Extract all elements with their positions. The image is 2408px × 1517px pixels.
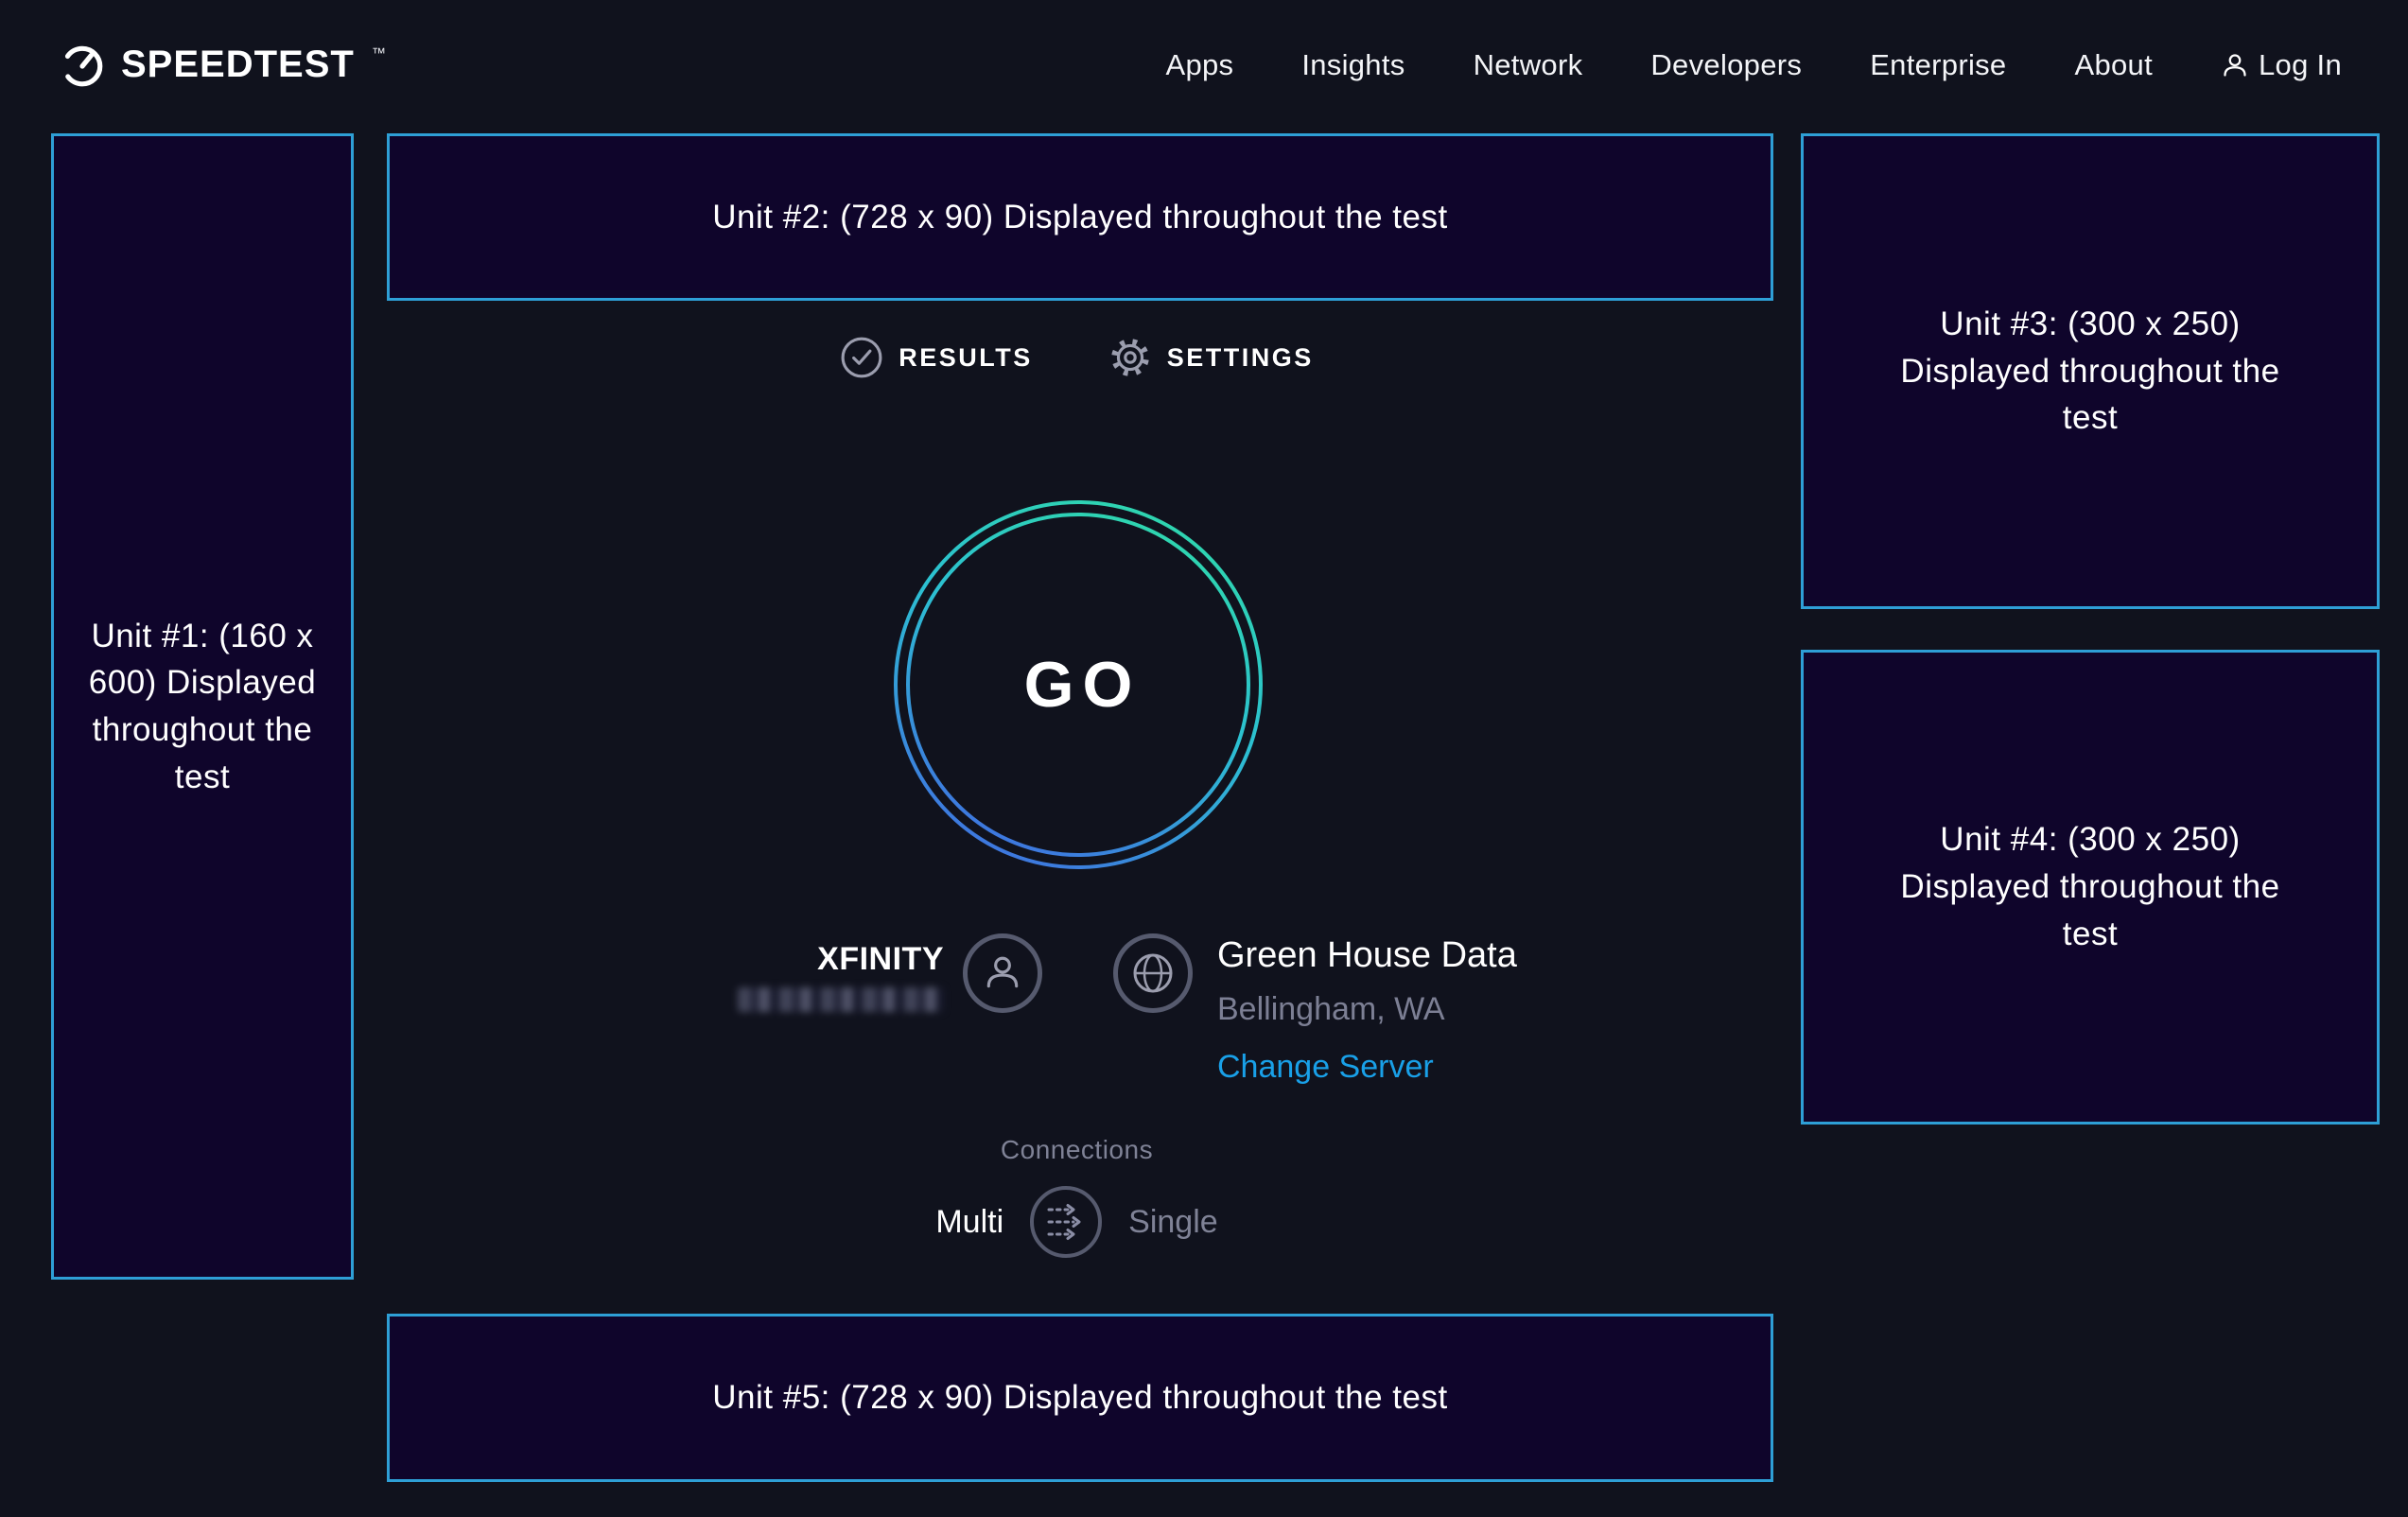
tab-settings[interactable]: SETTINGS [1108,336,1314,379]
login-label: Log In [2259,48,2342,82]
ad-unit-3-rectangle[interactable]: Unit #3: (300 x 250) Displayed throughou… [1801,133,2380,609]
server-globe-badge [1113,933,1193,1013]
ad-unit-4-rectangle[interactable]: Unit #4: (300 x 250) Displayed throughou… [1801,650,2380,1125]
ad-unit-5-leaderboard[interactable]: Unit #5: (728 x 90) Displayed throughout… [387,1314,1773,1482]
tab-results[interactable]: RESULTS [840,336,1033,379]
connection-mode-multi[interactable]: Multi [935,1204,1003,1241]
speedometer-logo-icon [59,42,106,89]
results-settings-tabs: RESULTS SETTINGS [353,336,1801,379]
check-circle-icon [840,336,883,379]
change-server-link[interactable]: Change Server [1217,1049,1517,1086]
speedtest-logo[interactable]: SPEEDTEST ™ [59,42,384,89]
go-button-label: GO [893,499,1264,870]
nav-item-enterprise[interactable]: Enterprise [1870,48,2006,82]
isp-avatar [963,933,1042,1013]
isp-name: XFINITY [738,941,944,978]
person-icon [2221,51,2249,79]
go-button[interactable]: GO [893,499,1264,870]
nav-item-developers[interactable]: Developers [1650,48,1802,82]
multi-connection-arrows-icon [1043,1199,1089,1245]
ad-unit-1-text: Unit #1: (160 x 600) Displayed throughou… [87,613,319,801]
server-info: Green House Data Bellingham, WA Change S… [1113,933,1517,1086]
connections-label: Connections [1001,1135,1153,1165]
nav-menu: Apps Insights Network Developers Enterpr… [1165,48,2342,82]
ad-unit-1-skyscraper[interactable]: Unit #1: (160 x 600) Displayed throughou… [51,133,354,1280]
nav-item-about[interactable]: About [2074,48,2153,82]
connection-mode-single[interactable]: Single [1128,1204,1218,1241]
isp-ip-redacted [738,987,944,1012]
ad-unit-3-text: Unit #3: (300 x 250) Displayed throughou… [1887,301,2294,442]
server-name: Green House Data [1217,935,1517,976]
tab-settings-label: SETTINGS [1167,343,1314,373]
brand-trademark: ™ [372,45,386,61]
person-icon [983,953,1022,993]
login-button[interactable]: Log In [2221,48,2342,82]
ad-unit-2-text: Unit #2: (728 x 90) Displayed throughout… [712,194,1447,241]
server-location: Bellingham, WA [1217,991,1517,1028]
isp-info: XFINITY [738,933,1042,1013]
nav-item-insights[interactable]: Insights [1301,48,1405,82]
brand-name: SPEEDTEST [121,44,355,86]
globe-icon [1131,951,1175,995]
gear-icon [1108,336,1152,379]
top-nav: SPEEDTEST ™ Apps Insights Network Develo… [0,0,2408,130]
ad-unit-4-text: Unit #4: (300 x 250) Displayed throughou… [1887,816,2294,957]
connection-mode-toggle[interactable] [1030,1186,1102,1258]
tab-results-label: RESULTS [899,343,1033,373]
connections-section: Connections Multi Single [353,1135,1801,1258]
nav-item-network[interactable]: Network [1474,48,1583,82]
ad-unit-5-text: Unit #5: (728 x 90) Displayed throughout… [712,1374,1447,1421]
ad-unit-2-leaderboard[interactable]: Unit #2: (728 x 90) Displayed throughout… [387,133,1773,301]
nav-item-apps[interactable]: Apps [1165,48,1233,82]
